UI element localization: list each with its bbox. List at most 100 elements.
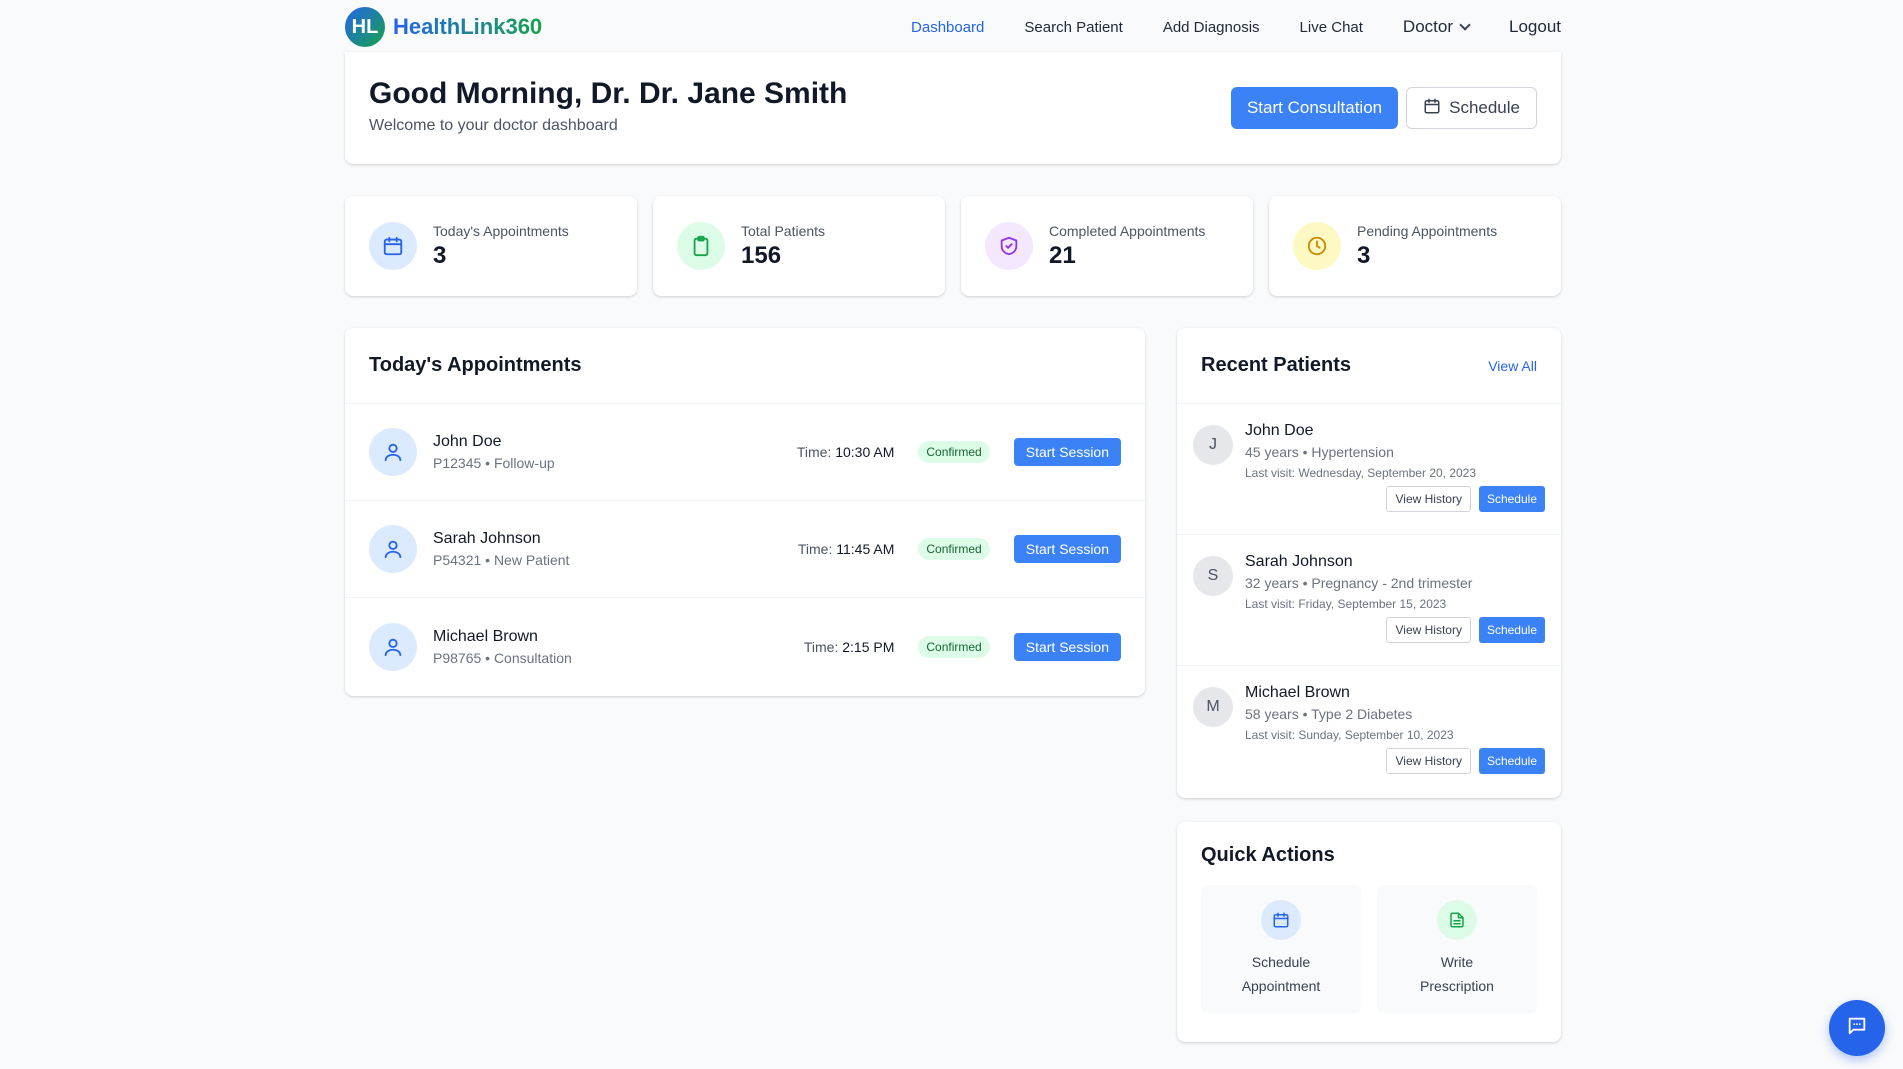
patient-detail: 32 years • Pregnancy - 2nd trimester: [1245, 575, 1473, 591]
view-history-button[interactable]: View History: [1386, 748, 1471, 774]
stat-label: Today's Appointments: [433, 222, 569, 239]
patient-detail: 45 years • Hypertension: [1245, 444, 1394, 460]
chevron-down-icon: [1459, 18, 1471, 31]
time-prefix: Time:: [803, 638, 839, 655]
patient-name: Sarah Johnson: [433, 530, 541, 547]
chat-icon: [1846, 1015, 1868, 1042]
status-badge: Confirmed: [918, 635, 990, 658]
status-badge: Confirmed: [918, 441, 990, 463]
patient-name: John Doe: [433, 433, 502, 450]
nav-links: Dashboard Search Patient Add Diagnosis L…: [906, 0, 1561, 54]
patient-meta: P98765 • Consultation: [433, 649, 572, 666]
welcome-card: Good Morning, Dr. Dr. Jane Smith Welcome…: [345, 52, 1561, 164]
patient-detail: 58 years • Type 2 Diabetes: [1245, 706, 1413, 722]
stat-value: 21: [1049, 241, 1076, 269]
user-icon: [369, 428, 417, 476]
live-chat-button[interactable]: [1829, 1000, 1885, 1056]
patient-name: Sarah Johnson: [1245, 553, 1353, 570]
avatar: J: [1193, 425, 1233, 465]
user-icon: [369, 525, 417, 573]
greeting-title: Good Morning, Dr. Dr. Jane Smith: [369, 77, 848, 110]
patient-list-item: S Sarah Johnson 32 years • Pregnancy - 2…: [1177, 535, 1561, 666]
calendar-icon: [1423, 97, 1441, 120]
todays-appointments-card: Today's Appointments John Doe P12345 • F…: [345, 328, 1145, 696]
time-prefix: Time:: [796, 444, 832, 460]
recent-patients-card: Recent Patients View All J John Doe 45 y…: [1177, 328, 1561, 798]
patient-name: Michael Brown: [1245, 684, 1350, 701]
schedule-patient-button[interactable]: Schedule: [1478, 748, 1545, 774]
document-icon: [1437, 900, 1477, 940]
quick-action-label: Schedule Appointment: [1241, 954, 1321, 994]
brand-name: HealthLink360: [393, 14, 543, 39]
brand[interactable]: HL HealthLink360: [345, 7, 542, 47]
patient-meta: P12345 • Follow-up: [433, 455, 555, 471]
stat-label: Pending Appointments: [1357, 222, 1498, 239]
patient-name: Michael Brown: [433, 627, 538, 645]
role-dropdown[interactable]: Doctor: [1402, 0, 1471, 54]
app-container: HL HealthLink360 Dashboard Search Patien…: [345, 0, 1561, 1042]
stat-value: 3: [1357, 241, 1371, 269]
quick-action-write-prescription[interactable]: Write Prescription: [1377, 885, 1537, 1013]
calendar-icon: [369, 222, 417, 270]
schedule-patient-button[interactable]: Schedule: [1478, 617, 1545, 643]
start-session-button[interactable]: Start Session: [1013, 438, 1121, 466]
last-visit: Last visit: Friday, September 15, 2023: [1245, 597, 1447, 611]
section-title: Recent Patients: [1201, 354, 1352, 376]
top-nav: HL HealthLink360 Dashboard Search Patien…: [345, 0, 1561, 54]
avatar: S: [1193, 556, 1233, 596]
time-value: 11:45 AM: [836, 541, 895, 557]
quick-action-label: Write Prescription: [1420, 954, 1494, 994]
schedule-button[interactable]: Schedule: [1406, 87, 1537, 129]
time-value: 10:30 AM: [835, 444, 895, 460]
stat-label: Completed Appointments: [1049, 222, 1206, 239]
user-icon: [369, 622, 417, 671]
start-consultation-button[interactable]: Start Consultation: [1230, 87, 1399, 129]
stat-pending-appointments: Pending Appointments 3: [1269, 196, 1561, 296]
time-value: 2:15 PM: [842, 638, 895, 655]
stat-todays-appointments: Today's Appointments 3: [345, 196, 637, 296]
schedule-button-label: Schedule: [1449, 98, 1520, 117]
logo-badge: HL: [345, 7, 385, 47]
nav-live-chat[interactable]: Live Chat: [1300, 0, 1363, 54]
stat-total-patients: Total Patients 156: [653, 196, 945, 296]
stats-row: Today's Appointments 3 Total Patients 15…: [345, 196, 1561, 296]
logout-link[interactable]: Logout: [1509, 0, 1561, 54]
appointment-row: Sarah Johnson P54321 • New Patient Time:…: [345, 501, 1145, 598]
time-prefix: Time:: [797, 541, 833, 557]
greeting-subtitle: Welcome to your doctor dashboard: [369, 117, 618, 134]
avatar: M: [1193, 687, 1233, 727]
stat-value: 3: [433, 241, 447, 269]
patient-list-item: M Michael Brown 58 years • Type 2 Diabet…: [1177, 666, 1561, 797]
start-session-button[interactable]: Start Session: [1013, 535, 1121, 563]
last-visit: Last visit: Sunday, September 10, 2023: [1245, 728, 1454, 742]
patient-name: John Doe: [1245, 422, 1314, 439]
quick-actions-card: Quick Actions Schedule Appointment Write…: [1177, 822, 1561, 1042]
view-all-link[interactable]: View All: [1488, 358, 1537, 374]
quick-action-schedule-appointment[interactable]: Schedule Appointment: [1201, 885, 1361, 1013]
stat-completed-appointments: Completed Appointments 21: [961, 196, 1253, 296]
view-history-button[interactable]: View History: [1386, 617, 1471, 643]
appointment-row: John Doe P12345 • Follow-up Time: 10:30 …: [345, 404, 1145, 501]
clock-icon: [1293, 222, 1341, 270]
status-badge: Confirmed: [918, 538, 990, 560]
stat-value: 156: [741, 241, 782, 269]
patient-list-item: J John Doe 45 years • Hypertension Last …: [1177, 404, 1561, 535]
last-visit: Last visit: Wednesday, September 20, 202…: [1245, 466, 1477, 480]
appointment-row: Michael Brown P98765 • Consultation Time…: [345, 598, 1145, 695]
view-history-button[interactable]: View History: [1386, 486, 1471, 512]
clipboard-icon: [677, 222, 725, 270]
start-session-button[interactable]: Start Session: [1013, 632, 1121, 661]
section-title: Today's Appointments: [369, 354, 582, 376]
nav-dashboard[interactable]: Dashboard: [906, 0, 989, 54]
appointment-time: Time: 2:15 PM: [804, 639, 895, 655]
role-label: Doctor: [1402, 17, 1453, 36]
nav-add-diagnosis[interactable]: Add Diagnosis: [1163, 0, 1260, 54]
appointment-time: Time: 10:30 AM: [797, 444, 895, 460]
schedule-patient-button[interactable]: Schedule: [1478, 486, 1545, 512]
shield-check-icon: [985, 222, 1033, 270]
patient-meta: P54321 • New Patient: [433, 552, 570, 568]
stat-label: Total Patients: [741, 222, 826, 239]
section-title: Quick Actions: [1201, 844, 1335, 866]
calendar-icon: [1261, 900, 1301, 940]
nav-search-patient[interactable]: Search Patient: [1024, 0, 1122, 54]
